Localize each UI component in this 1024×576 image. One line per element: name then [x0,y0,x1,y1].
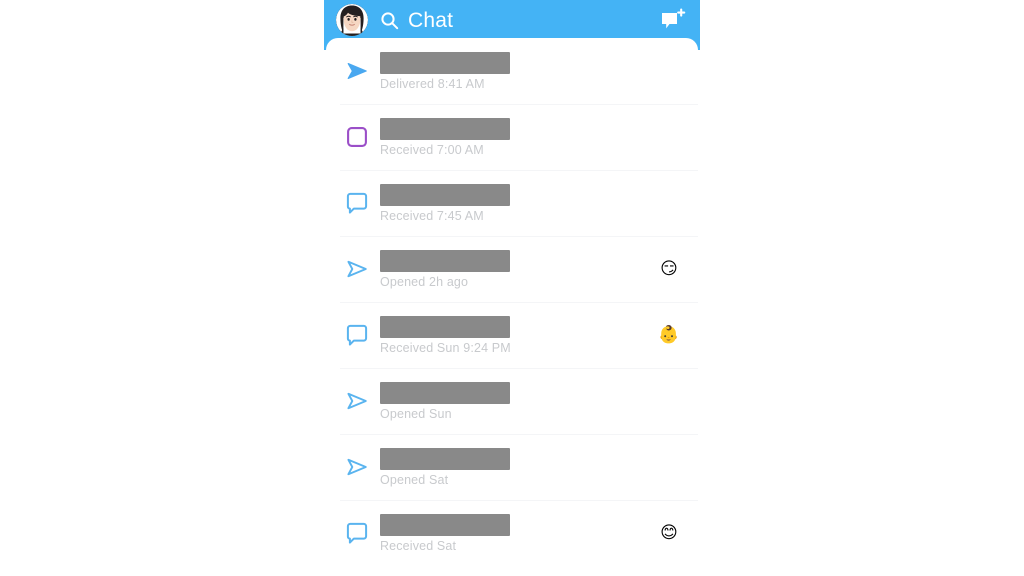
smiling-face-with-smiling-eyes-emoji: 😊 [660,522,678,543]
profile-bitmoji-avatar[interactable] [336,4,368,36]
snap-sent-filled-arrow-icon[interactable] [340,59,374,83]
chat-row-body: Opened 2h ago [380,248,654,290]
snap-opened-arrow-outline-icon [347,458,367,476]
chat-row-body: Received Sun 9:24 PM [380,314,654,356]
chat-list[interactable]: Delivered 8:41 AM Received 7:00 AM Receive… [326,38,698,566]
baby-emoji: 👶 [658,324,680,345]
chat-list-sheet: Delivered 8:41 AM Received 7:00 AM Receive… [326,38,698,576]
chat-received-bubble-icon [346,192,368,214]
chat-list-row[interactable]: Received Sat 😊 [326,500,698,566]
contact-name-redaction [380,382,510,404]
chat-list-row[interactable]: Received Sun 9:24 PM 👶 [326,302,698,368]
chat-list-row[interactable]: Opened 2h ago 😏 [326,236,698,302]
chat-received-bubble-icon[interactable] [340,521,374,545]
snap-opened-arrow-outline-icon[interactable] [340,389,374,413]
snap-received-unopened-square-icon [347,127,367,147]
snap-sent-filled-arrow-icon [347,63,367,79]
contact-name-redaction [380,316,510,338]
chat-received-bubble-icon [346,324,368,346]
smirking-face-emoji: 😏 [660,258,678,279]
snap-received-unopened-square-icon[interactable] [340,125,374,149]
snap-opened-arrow-outline-icon [347,392,367,410]
search-magnifier-glyph [381,11,399,29]
chat-row-body: Received Sat [380,512,654,554]
bitmoji-face-icon [336,4,368,36]
new-chat-button[interactable] [660,8,686,32]
contact-name-redaction [380,118,510,140]
chat-row-status: Received Sun 9:24 PM [380,341,511,355]
snap-opened-arrow-outline-icon[interactable] [340,455,374,479]
chat-row-body: Received 7:45 AM [380,182,654,224]
chat-list-row[interactable]: Received 7:00 AM [326,104,698,170]
new-chat-bubble-plus-icon [662,8,686,29]
chat-list-row[interactable]: Opened Sun [326,368,698,434]
chat-row-body: Opened Sun [380,380,654,422]
contact-name-redaction [380,514,510,536]
chat-header: Chat [324,0,700,50]
chat-row-status: Delivered 8:41 AM [380,77,485,91]
snap-opened-arrow-outline-icon [347,260,367,278]
chat-row-status: Received Sat [380,539,457,553]
contact-name-redaction [380,184,510,206]
chat-received-bubble-icon[interactable] [340,323,374,347]
chat-received-bubble-icon[interactable] [340,191,374,215]
chat-list-row[interactable]: Delivered 8:41 AM [326,38,698,104]
contact-name-redaction [380,52,510,74]
chat-list-row[interactable]: Opened Sat [326,434,698,500]
snap-opened-arrow-outline-icon[interactable] [340,257,374,281]
contact-name-redaction [380,448,510,470]
screenshot-root: Chat Delivered 8:41 AM Received 7:00 AM Re… [0,0,1024,576]
chat-row-status: Opened 2h ago [380,275,469,289]
snapchat-app-column: Chat Delivered 8:41 AM Received 7:00 AM Re… [324,0,700,576]
contact-name-redaction [380,250,510,272]
chat-list-row[interactable]: Received 7:45 AM [326,170,698,236]
chat-row-body: Opened Sat [380,446,654,488]
chat-row-body: Delivered 8:41 AM [380,50,654,92]
page-title: Chat [408,8,454,32]
chat-row-status: Opened Sun [380,407,452,421]
chat-row-body: Received 7:00 AM [380,116,654,158]
chat-row-status: Received 7:45 AM [380,209,484,223]
chat-row-status: Received 7:00 AM [380,143,484,157]
chat-received-bubble-icon [346,522,368,544]
search-icon[interactable] [380,11,399,30]
chat-row-status: Opened Sat [380,473,449,487]
